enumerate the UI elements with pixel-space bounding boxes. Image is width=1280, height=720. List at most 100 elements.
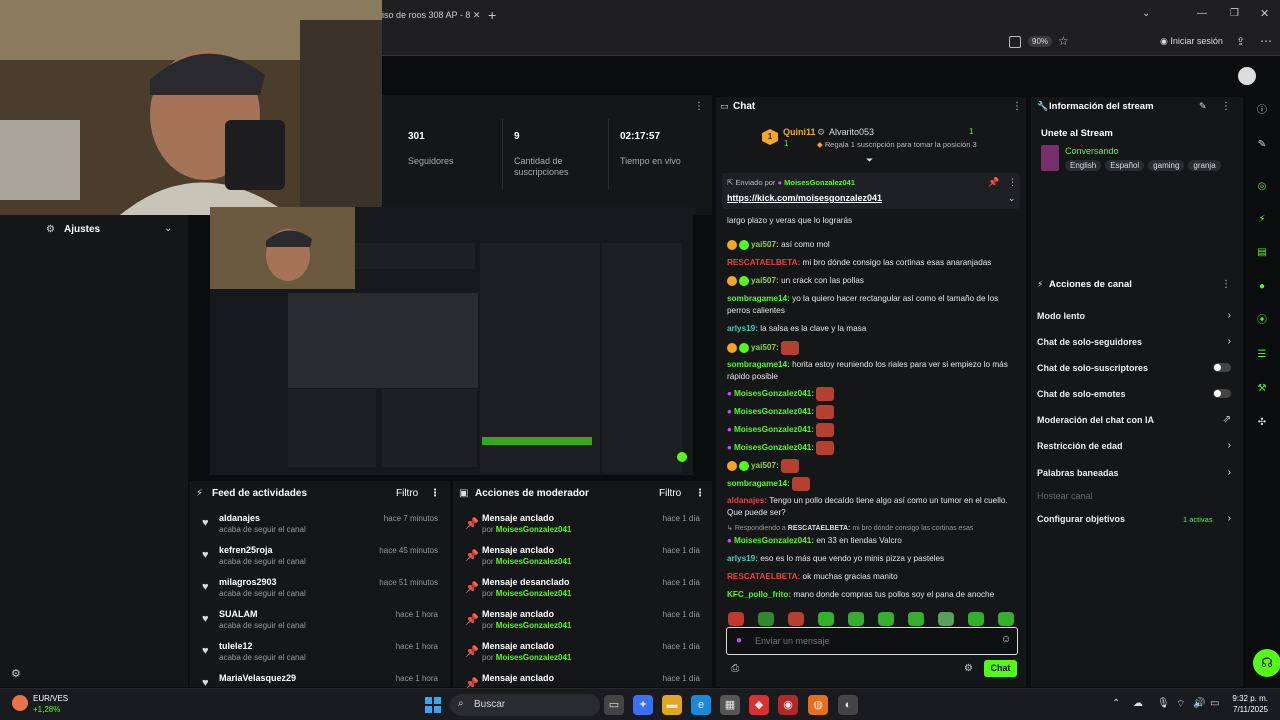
list-icon[interactable]: ☰	[1252, 345, 1272, 365]
taskbar-search[interactable]: ⌕ Buscar	[450, 694, 600, 716]
moderator-name[interactable]: MoisesGonzalez041	[496, 621, 572, 630]
chat-message[interactable]: yai507:	[727, 459, 1017, 473]
emote-icon[interactable]	[728, 612, 744, 626]
chat-message[interactable]: yai507: así como mol	[727, 239, 1017, 251]
kebab-menu-icon[interactable]: ⋮	[695, 481, 705, 507]
chat-message[interactable]: arlys19: eso es lo más que vendo yo mini…	[727, 553, 1017, 565]
toggle-switch[interactable]	[1213, 363, 1231, 372]
pencil-icon[interactable]: ✎	[1252, 135, 1272, 155]
chevron-down-icon[interactable]: ⌄	[164, 223, 172, 234]
moderator-name[interactable]: MoisesGonzalez041	[496, 525, 572, 534]
picture-in-picture-icon[interactable]	[1009, 36, 1021, 48]
kebab-menu-icon[interactable]: ⋮	[430, 481, 440, 507]
stream-tag[interactable]: granja	[1188, 160, 1221, 171]
emote-icon[interactable]	[758, 612, 774, 626]
send-chat-button[interactable]: Chat	[984, 660, 1017, 677]
chat-username[interactable]: arlys19:	[727, 554, 758, 563]
emote-icon[interactable]	[998, 612, 1014, 626]
chat-message[interactable]: ● MoisesGonzalez041:	[727, 387, 1017, 401]
microphone-icon[interactable]: 🎙	[1157, 698, 1170, 709]
emote-icon[interactable]	[968, 612, 984, 626]
chat-username[interactable]: sombragame14:	[727, 360, 790, 369]
chat-message[interactable]: RESCATAELBETA: ok muchas gracias manito	[727, 571, 1017, 583]
stock-widget-icon[interactable]	[12, 695, 28, 711]
chat-message[interactable]: sombragame14: horita estoy reuniendo los…	[727, 359, 1017, 383]
top-gifter-name[interactable]: Quini11	[783, 127, 816, 137]
clock-time[interactable]: 9:32 p. m.	[1228, 694, 1268, 703]
chat-message[interactable]: RESCATAELBETA: mi bro dónde consigo las …	[727, 257, 1017, 269]
chat-username[interactable]: MoisesGonzalez041:	[734, 443, 814, 452]
list-item[interactable]: 📌 Mensaje anclado por MoisesGonzalez041 hac…	[453, 543, 712, 575]
maximize-icon[interactable]: ❐	[1230, 8, 1239, 19]
wifi-icon[interactable]: ⌔	[1176, 698, 1185, 711]
settings-label[interactable]: Ajustes	[64, 224, 100, 235]
favorite-star-icon[interactable]: ☆	[1058, 34, 1069, 48]
clipboard-icon[interactable]: ▤	[1252, 243, 1272, 263]
new-tab-icon[interactable]: +	[488, 7, 496, 23]
kebab-menu-icon[interactable]: ⋮	[694, 101, 704, 112]
edit-icon[interactable]: ✎	[1199, 101, 1207, 112]
chat-message[interactable]: ● MoisesGonzalez041:	[727, 405, 1017, 419]
gear-icon[interactable]: ⚙	[11, 667, 21, 680]
windows-start-icon[interactable]	[425, 697, 441, 713]
chat-username[interactable]: yai507:	[751, 343, 779, 352]
moderator-name[interactable]: MoisesGonzalez041	[496, 557, 572, 566]
stream-preview[interactable]	[210, 207, 693, 475]
chat-input-box[interactable]: ● ☺	[726, 627, 1018, 655]
minimize-icon[interactable]: —	[1197, 8, 1207, 19]
emote-icon[interactable]	[878, 612, 894, 626]
second-gifter-name[interactable]: Alvarito053	[829, 127, 874, 137]
list-item[interactable]: ♥ tulele12 acaba de seguir el canal hace 1 …	[190, 639, 450, 671]
task-view-icon[interactable]: ▭	[604, 695, 624, 715]
list-item[interactable]: ♥ SUALAM acaba de seguir el canal hace 1 ho…	[190, 607, 450, 639]
chat-username[interactable]: KFC_pollo_frito:	[727, 590, 791, 599]
file-explorer-icon[interactable]: ▬	[662, 695, 682, 715]
store-icon[interactable]: ▦	[720, 695, 740, 715]
support-chat-icon[interactable]: ☊	[1253, 649, 1280, 677]
emote-icon[interactable]	[848, 612, 864, 626]
follower-name[interactable]: SUALAM	[219, 609, 258, 619]
broadcast-icon[interactable]: ⦿	[1252, 311, 1272, 331]
edge-icon[interactable]: e	[691, 695, 711, 715]
chat-message[interactable]: ● MoisesGonzalez041: en 33 en tiendas Val…	[727, 535, 1017, 547]
chat-username[interactable]: MoisesGonzalez041:	[734, 407, 814, 416]
category-name[interactable]: Conversando	[1065, 146, 1119, 156]
chat-username[interactable]: RESCATAELBETA:	[727, 572, 800, 581]
chat-username[interactable]: aldanajes:	[727, 496, 767, 505]
unpin-icon[interactable]: 📌	[988, 177, 999, 188]
gift-icon[interactable]: ⎙	[731, 663, 739, 674]
stream-tag[interactable]: English	[1065, 160, 1102, 171]
channel-action-4[interactable]: Chat de solo-emotes	[1037, 389, 1237, 399]
follower-name[interactable]: milagros2903	[219, 577, 277, 587]
chat-message[interactable]: yai507:	[727, 341, 1017, 355]
media-app-icon[interactable]: ◉	[778, 695, 798, 715]
chat-message[interactable]: largo plazo y veras que lo lograrás	[727, 215, 1017, 227]
emote-icon[interactable]	[788, 612, 804, 626]
emoji-icon[interactable]: ☺	[1001, 634, 1011, 645]
follower-name[interactable]: kefren25roja	[219, 545, 273, 555]
channel-action-3[interactable]: Chat de solo-suscriptores	[1037, 363, 1237, 373]
camera-icon[interactable]: ◎	[1252, 177, 1272, 197]
chat-message[interactable]: aldanajes: Tengo un pollo decaído tiene …	[727, 495, 1017, 519]
moderator-name[interactable]: MoisesGonzalez041	[496, 653, 572, 662]
chat-username[interactable]: MoisesGonzalez041:	[734, 536, 814, 545]
chat-username[interactable]: RESCATAELBETA:	[727, 258, 800, 267]
channel-action-2[interactable]: Chat de solo-seguidores ›	[1037, 336, 1237, 347]
signin-button[interactable]: ◉ Iniciar sesión	[1160, 36, 1223, 47]
emote-icon[interactable]	[938, 612, 954, 626]
stream-tag[interactable]: gaming	[1148, 160, 1185, 171]
clock-date[interactable]: 7/11/2025	[1228, 705, 1268, 714]
chevron-down-icon[interactable]: ⌄	[1142, 8, 1150, 19]
chat-message[interactable]: sombragame14: yo la quiero hacer rectang…	[727, 293, 1017, 317]
chat-message[interactable]: ● MoisesGonzalez041:	[727, 441, 1017, 455]
more-menu-icon[interactable]: ⋯	[1260, 34, 1272, 48]
chat-bubble-icon[interactable]: ●	[1252, 277, 1272, 297]
kebab-menu-icon[interactable]: ⋮	[1221, 101, 1231, 112]
list-item[interactable]: ♥ milagros2903 acaba de seguir el canal hac…	[190, 575, 450, 607]
list-item[interactable]: 📌 Mensaje anclado por MoisesGonzalez041 hac…	[453, 639, 712, 671]
copilot-icon[interactable]: ✦	[633, 695, 653, 715]
list-item[interactable]: ♥ aldanajes acaba de seguir el canal hace 7…	[190, 511, 450, 543]
channel-action-1[interactable]: Modo lento ›	[1037, 310, 1237, 321]
chat-message[interactable]: ● MoisesGonzalez041:	[727, 423, 1017, 437]
chat-username[interactable]: yai507:	[751, 240, 779, 249]
